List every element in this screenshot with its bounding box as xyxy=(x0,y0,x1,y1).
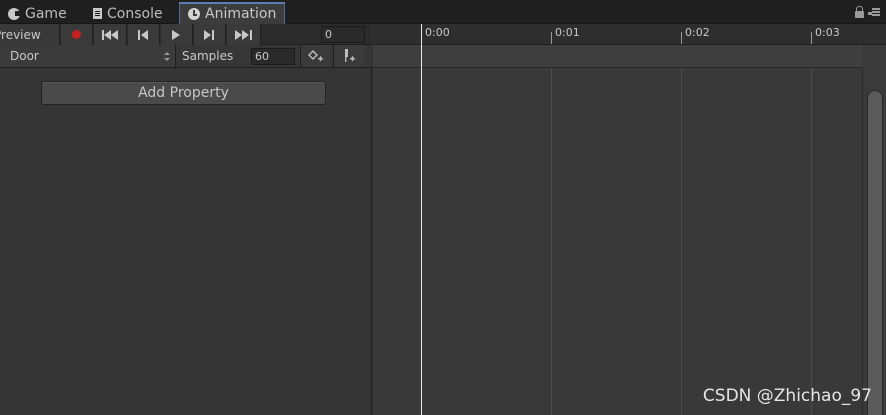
ruler-tick xyxy=(811,32,812,44)
first-keyframe-button[interactable] xyxy=(94,24,127,45)
tab-console[interactable]: Console xyxy=(93,3,163,24)
vertical-scrollbar[interactable] xyxy=(862,68,886,415)
add-event-button[interactable] xyxy=(333,45,364,67)
skip-to-start-icon xyxy=(101,29,118,40)
timeline-panel[interactable]: 0:00 0:01 0:02 0:03 xyxy=(373,24,886,415)
up-down-arrows-icon xyxy=(164,52,170,61)
add-event-icon xyxy=(345,49,355,62)
animation-properties-panel: Preview 0 Door Samples 60 xyxy=(0,24,372,415)
tab-animation-label: Animation xyxy=(205,6,277,22)
add-keyframe-button[interactable] xyxy=(300,45,331,67)
preview-button[interactable]: Preview xyxy=(0,24,60,45)
preview-label: Preview xyxy=(0,27,41,42)
play-button[interactable] xyxy=(161,24,193,45)
console-icon xyxy=(93,8,102,19)
tick-label: 0:01 xyxy=(555,26,580,39)
scrollbar-thumb[interactable] xyxy=(867,90,883,415)
watermark: CSDN @Zhichao_97 xyxy=(702,386,872,406)
time-ruler[interactable]: 0:00 0:01 0:02 0:03 xyxy=(373,24,886,45)
playhead-line[interactable] xyxy=(421,24,422,415)
playback-toolbar: Preview 0 xyxy=(0,24,372,45)
record-icon xyxy=(72,30,81,39)
add-property-button[interactable]: Add Property xyxy=(41,81,326,105)
window-controls xyxy=(855,6,880,18)
tick-label: 0:03 xyxy=(815,26,840,39)
step-back-icon xyxy=(138,29,148,40)
event-row[interactable] xyxy=(373,45,862,68)
play-icon xyxy=(172,29,180,40)
add-keyframe-icon xyxy=(308,50,323,62)
game-controller-icon xyxy=(8,7,21,20)
samples-label: Samples xyxy=(182,49,234,63)
clip-toolbar: Door Samples 60 xyxy=(0,45,372,68)
tab-animation[interactable]: Animation xyxy=(179,2,286,24)
tick-label: 0:02 xyxy=(685,26,710,39)
next-keyframe-button[interactable] xyxy=(194,24,226,45)
ruler-tick xyxy=(551,32,552,44)
window-tab-bar: Game Console Animation xyxy=(0,0,886,24)
grid-line xyxy=(551,68,552,415)
clip-selector[interactable]: Door xyxy=(0,45,176,67)
step-forward-icon xyxy=(204,29,214,40)
grid-line xyxy=(681,68,682,415)
skip-to-end-icon xyxy=(235,29,252,40)
last-keyframe-button[interactable] xyxy=(227,24,261,45)
previous-keyframe-button[interactable] xyxy=(128,24,160,45)
window-menu-icon[interactable] xyxy=(868,8,880,17)
clip-name: Door xyxy=(10,49,39,63)
clock-icon xyxy=(188,8,200,20)
record-button[interactable] xyxy=(61,24,93,45)
lock-icon[interactable] xyxy=(855,6,864,18)
samples-input[interactable]: 60 xyxy=(251,48,295,65)
tick-label: 0:00 xyxy=(425,26,450,39)
grid-line xyxy=(811,68,812,415)
tab-game-label: Game xyxy=(25,5,67,22)
ruler-tick xyxy=(681,32,682,44)
tab-game[interactable]: Game xyxy=(8,3,67,24)
dopesheet-area[interactable] xyxy=(373,68,862,415)
frame-input[interactable]: 0 xyxy=(321,26,365,43)
tab-console-label: Console xyxy=(107,5,163,22)
